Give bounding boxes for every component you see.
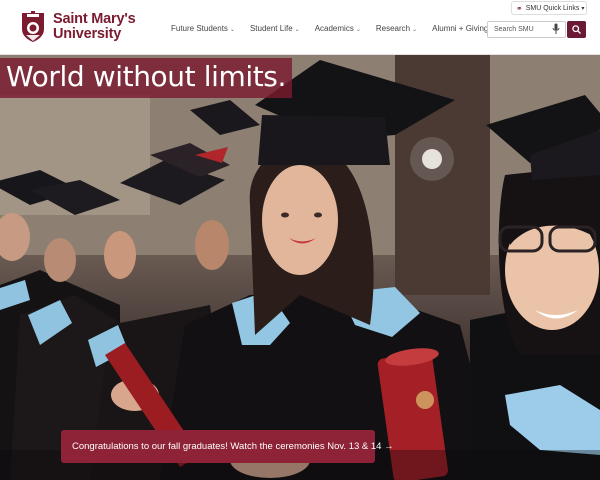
nav-alumni-giving[interactable]: Alumni + Giving⌄ <box>432 24 495 33</box>
university-name-line1: Saint Mary's <box>53 11 136 27</box>
search-placeholder: Search SMU <box>494 26 534 33</box>
quick-links-dropdown[interactable]: ⚭ SMU Quick Links ▾ <box>511 1 587 15</box>
graduates-photo <box>0 55 600 480</box>
quick-links-label: SMU Quick Links <box>525 4 580 12</box>
link-icon: ⚭ <box>516 3 523 13</box>
nav-academics[interactable]: Academics ⌄ <box>315 24 361 33</box>
chevron-down-icon: ⌄ <box>229 27 235 33</box>
university-name-line2: University <box>53 26 122 42</box>
university-name: Saint Mary's University <box>53 11 136 42</box>
hero-headline: World without limits. <box>0 58 292 98</box>
nav-label: Research <box>375 24 411 33</box>
chevron-down-icon: ⌄ <box>355 27 361 33</box>
nav-label: Academics <box>314 24 354 33</box>
hero-banner: World without limits. Congratulations to… <box>0 55 600 480</box>
nav-label: Future Students <box>171 24 228 33</box>
nav-future-students[interactable]: Future Students ⌄ <box>171 24 235 33</box>
chevron-down-icon: ⌄ <box>412 27 418 33</box>
nav-label: Student Life <box>249 24 293 33</box>
site-header: Saint Mary's University ⚭ SMU Quick Link… <box>0 0 600 55</box>
page: Saint Mary's University ⚭ SMU Quick Link… <box>0 0 600 480</box>
university-logo[interactable]: Saint Mary's University <box>20 11 136 43</box>
search-button[interactable] <box>567 21 586 38</box>
microphone-icon[interactable] <box>552 23 560 35</box>
crest-icon <box>22 11 44 42</box>
graduates-announcement-link[interactable]: Congratulations to our fall graduates! W… <box>61 430 394 463</box>
search-icon <box>572 25 581 34</box>
main-nav: Future Students ⌄ Student Life ⌄ Academics… <box>171 24 510 33</box>
nav-student-life[interactable]: Student Life ⌄ <box>250 24 300 33</box>
caret-down-icon: ▾ <box>581 5 585 12</box>
chevron-down-icon: ⌄ <box>294 27 300 33</box>
nav-research[interactable]: Research ⌄ <box>376 24 417 33</box>
nav-label: Alumni + Giving <box>432 24 489 33</box>
